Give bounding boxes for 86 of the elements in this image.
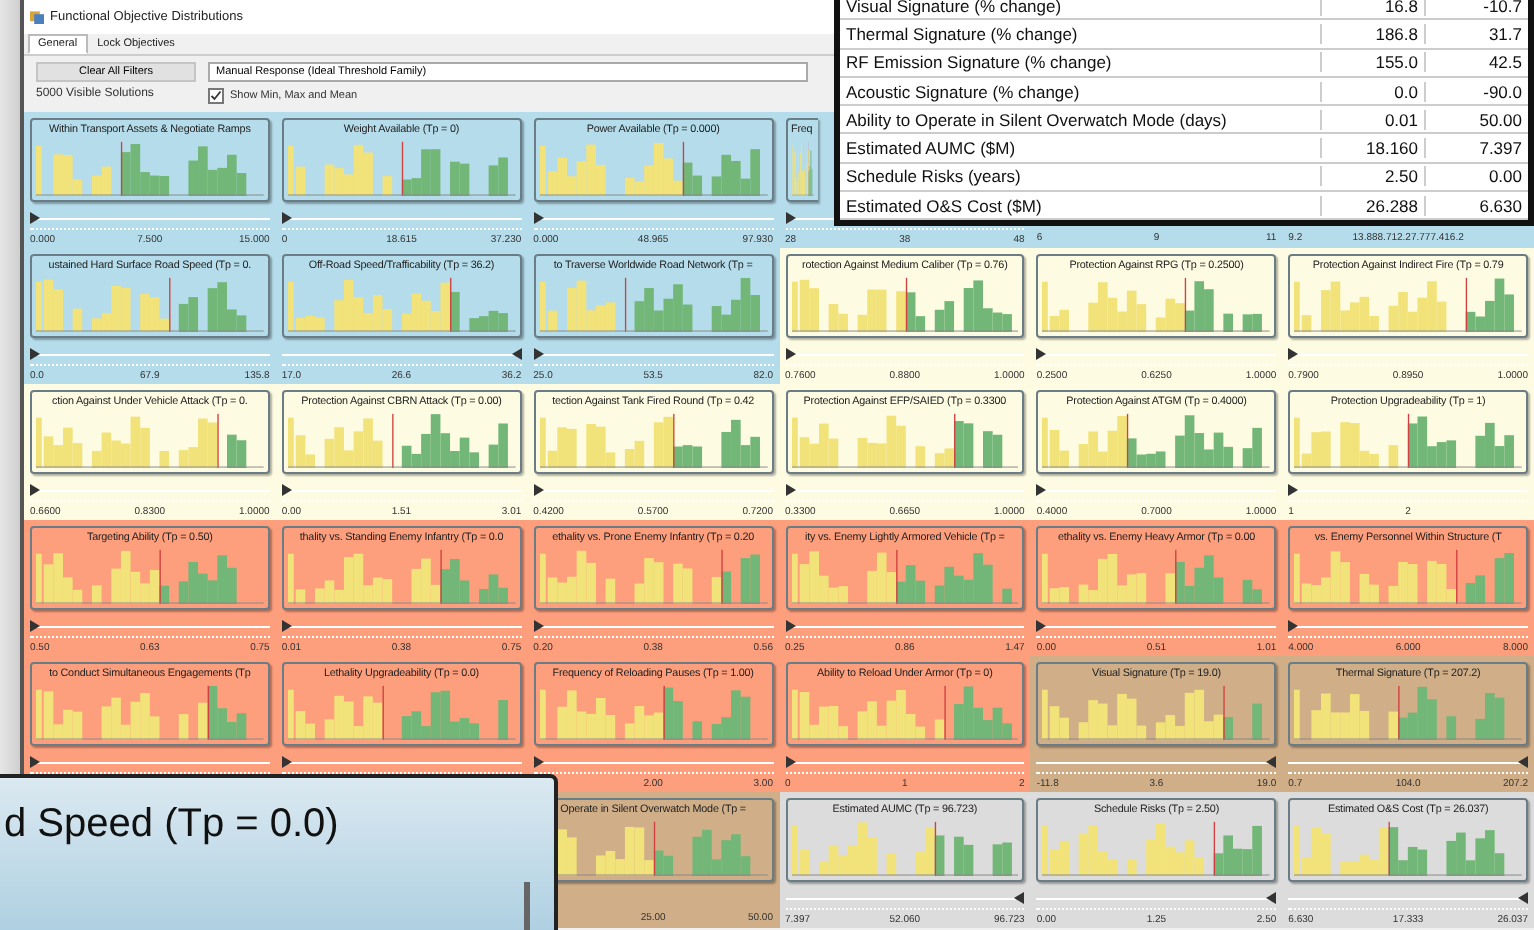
table-cell: 7.397 [1424, 138, 1528, 159]
range-slider[interactable] [1288, 344, 1528, 366]
slider-handle-icon[interactable] [1266, 756, 1277, 768]
table-cell: 0.0 [1320, 81, 1424, 102]
slider-handle-icon[interactable] [30, 348, 40, 360]
slider-handle-icon[interactable] [533, 348, 544, 360]
range-slider[interactable] [533, 480, 773, 502]
histogram-drawing [791, 138, 813, 196]
range-slider[interactable] [533, 344, 773, 366]
slider-handle-icon[interactable] [281, 212, 292, 224]
range-slider[interactable] [1036, 480, 1277, 502]
range-slider[interactable] [1288, 616, 1528, 638]
slider-handle-icon[interactable] [533, 620, 544, 632]
range-slider[interactable] [1288, 888, 1528, 910]
range-slider[interactable] [1036, 752, 1277, 774]
slider-handle-icon[interactable] [281, 620, 292, 632]
range-slider[interactable] [281, 480, 522, 502]
table-cell-text: Estimated AUMC ($M) [844, 138, 1018, 159]
tooltip-text: d Speed (Tp = 0.0) [4, 802, 339, 848]
table-cell: 0.01 [1320, 109, 1424, 130]
table-cell: 155.0 [1320, 52, 1424, 73]
slider-handle-icon[interactable] [785, 212, 795, 224]
table-cell: 50.00 [1424, 109, 1528, 130]
slider-handle-icon[interactable] [533, 484, 544, 496]
range-slider[interactable] [281, 344, 522, 366]
range-slider[interactable] [30, 208, 270, 230]
table-cell: 18.160 [1320, 138, 1424, 159]
range-slider[interactable] [30, 480, 270, 502]
slider-handle-icon[interactable] [1014, 892, 1025, 904]
slider-handle-icon[interactable] [30, 484, 40, 496]
slider-handle-icon[interactable] [533, 756, 544, 768]
range-slider[interactable] [281, 616, 522, 638]
table-cell: 6.630 [1424, 195, 1528, 216]
checkbox[interactable] [208, 88, 224, 104]
slider-handle-icon[interactable] [785, 484, 795, 496]
table-cell: 16.8 [1320, 0, 1424, 16]
table-cell-text: Thermal Signature (% change) [844, 23, 1080, 44]
range-slider[interactable] [30, 616, 270, 638]
slider-handle-icon[interactable] [1288, 484, 1299, 496]
slider-handle-icon[interactable] [1036, 348, 1047, 360]
table-cell-text: Estimated O&S Cost ($M) [844, 195, 1044, 216]
slider-handle-icon[interactable] [511, 348, 522, 360]
range-slider[interactable] [533, 208, 773, 230]
table-cell: 31.7 [1424, 23, 1528, 44]
slider-handle-icon[interactable] [785, 756, 795, 768]
slider-handle-icon[interactable] [533, 212, 544, 224]
range-slider[interactable] [785, 888, 1025, 910]
table-cell-text: Schedule Risks (years) [844, 166, 1023, 187]
range-slider[interactable] [30, 344, 270, 366]
slider-handle-icon[interactable] [1036, 620, 1047, 632]
range-slider[interactable] [785, 480, 1025, 502]
table-cell: 2.50 [1320, 166, 1424, 187]
slider-handle-icon[interactable] [785, 620, 795, 632]
range-slider[interactable] [1036, 344, 1277, 366]
range-slider[interactable] [785, 752, 1025, 774]
range-slider[interactable] [533, 752, 773, 774]
app-icon [30, 10, 44, 24]
slider-handle-icon[interactable] [1288, 620, 1299, 632]
range-slider[interactable] [1288, 480, 1528, 502]
table-cell-text: Ability to Operate in Silent Overwatch Mode (days) [844, 109, 1229, 130]
range-slider[interactable] [1036, 616, 1277, 638]
slider-handle-icon[interactable] [30, 212, 40, 224]
range-slider[interactable] [1288, 752, 1528, 774]
slider-handle-icon[interactable] [785, 348, 795, 360]
table-cell: 26.288 [1320, 195, 1424, 216]
slider-handle-icon[interactable] [281, 484, 292, 496]
range-slider[interactable] [281, 208, 522, 230]
slider-handle-icon[interactable] [1518, 892, 1528, 904]
table-cell-text: RF Emission Signature (% change) [844, 52, 1114, 73]
range-slider[interactable] [1036, 888, 1277, 910]
slider-handle-icon[interactable] [30, 756, 40, 768]
table-cell: -90.0 [1424, 81, 1528, 102]
slider-handle-icon[interactable] [1266, 892, 1277, 904]
table-cell: -10.7 [1424, 0, 1528, 16]
slider-handle-icon[interactable] [30, 620, 40, 632]
range-slider[interactable] [785, 616, 1025, 638]
table-cell: 42.5 [1424, 52, 1528, 73]
slider-handle-icon[interactable] [1518, 756, 1528, 768]
slider-handle-icon[interactable] [281, 756, 292, 768]
table-cell-text: Acoustic Signature (% change) [844, 81, 1082, 102]
range-slider[interactable] [785, 344, 1025, 366]
slider-handle-icon[interactable] [1288, 348, 1299, 360]
range-slider[interactable] [533, 616, 773, 638]
table-cell: 0.00 [1424, 166, 1528, 187]
slider-handle-icon[interactable] [1036, 484, 1047, 496]
table-cell: 186.8 [1320, 23, 1424, 44]
